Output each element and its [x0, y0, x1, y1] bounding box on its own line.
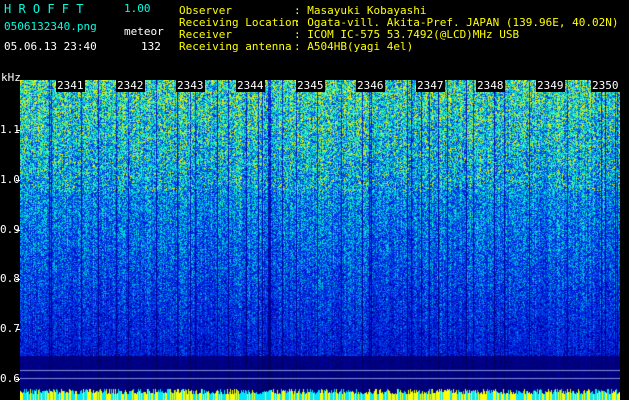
header-panel: H R O F F T 1.00 0506132340.png meteor 0…	[0, 0, 629, 80]
antenna-value: : A504HB(yagi 4el)	[294, 40, 414, 53]
x-tick-label: 2347	[416, 79, 445, 92]
app-version: 1.00	[124, 2, 151, 15]
mode-label: meteor	[124, 25, 164, 38]
file-datetime: 05.06.13 23:40	[4, 40, 97, 53]
x-tick-label: 2350	[591, 79, 620, 92]
hrofft-window: H R O F F T 1.00 0506132340.png meteor 0…	[0, 0, 629, 400]
x-tick-label: 2342	[116, 79, 145, 92]
y-tick-mark	[16, 329, 20, 330]
y-tick-mark	[16, 379, 20, 380]
antenna-label: Receiving antenna	[179, 40, 292, 53]
y-tick-mark	[16, 180, 20, 181]
spectrogram	[20, 80, 620, 400]
app-title: H R O F F T	[4, 2, 84, 16]
y-tick-mark	[16, 230, 20, 231]
y-tick-mark	[16, 279, 20, 280]
x-tick-label: 2346	[356, 79, 385, 92]
y-tick-mark	[16, 130, 20, 131]
file-name: 0506132340.png	[4, 20, 97, 33]
y-unit-label: kHz	[1, 71, 21, 84]
x-tick-label: 2345	[296, 79, 325, 92]
spectrogram-canvas	[20, 80, 620, 400]
x-tick-label: 2341	[56, 79, 85, 92]
x-tick-label: 2348	[476, 79, 505, 92]
x-tick-label: 2349	[536, 79, 565, 92]
x-tick-label: 2344	[236, 79, 265, 92]
x-tick-label: 2343	[176, 79, 205, 92]
event-count: 132	[141, 40, 161, 53]
